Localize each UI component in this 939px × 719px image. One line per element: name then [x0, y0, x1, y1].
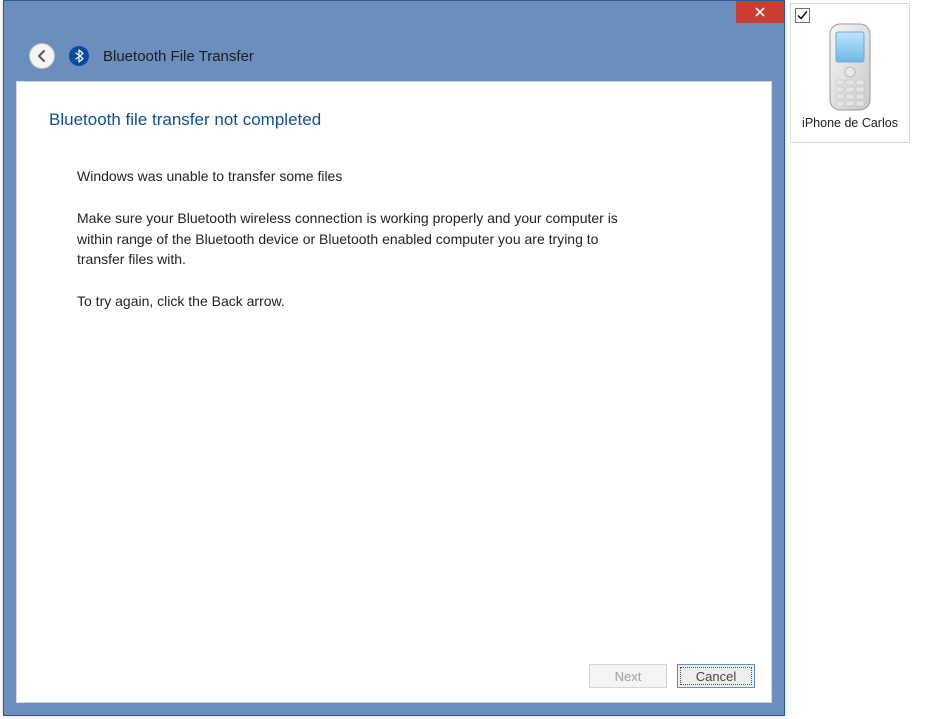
titlebar [4, 1, 784, 31]
cancel-button[interactable]: Cancel [677, 664, 755, 688]
window-title: Bluetooth File Transfer [103, 48, 254, 65]
error-line-1: Windows was unable to transfer some file… [49, 166, 649, 186]
device-label: iPhone de Carlos [802, 116, 898, 130]
content-panel: Bluetooth file transfer not completed Wi… [16, 81, 772, 703]
bluetooth-transfer-dialog: Bluetooth File Transfer Bluetooth file t… [3, 0, 785, 716]
button-row: Next Cancel [17, 654, 771, 702]
device-checkbox[interactable] [795, 8, 810, 23]
checkmark-icon [797, 10, 808, 21]
close-button[interactable] [736, 1, 784, 23]
close-icon [755, 7, 765, 17]
error-line-3: To try again, click the Back arrow. [49, 291, 649, 311]
header-row: Bluetooth File Transfer [4, 31, 784, 81]
bluetooth-icon [69, 46, 89, 66]
back-button[interactable] [29, 43, 55, 69]
content-inner: Bluetooth file transfer not completed Wi… [17, 82, 771, 654]
next-button: Next [589, 664, 667, 688]
phone-icon [824, 22, 876, 112]
device-item[interactable]: iPhone de Carlos [790, 3, 910, 143]
back-arrow-icon [35, 49, 49, 63]
heading: Bluetooth file transfer not completed [49, 110, 731, 130]
error-line-2: Make sure your Bluetooth wireless connec… [49, 208, 649, 269]
